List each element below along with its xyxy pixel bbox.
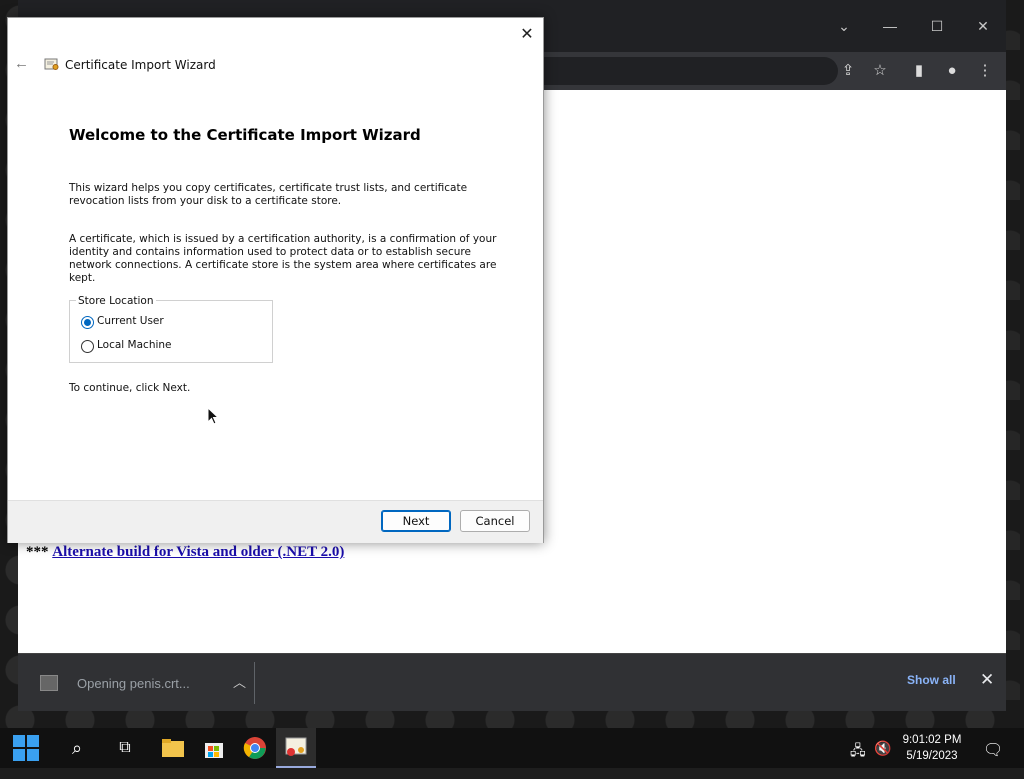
download-filename: Opening penis.crt...: [77, 676, 190, 691]
store-location-group: [69, 300, 273, 363]
certificate-icon: [285, 737, 307, 756]
menu-kebab-icon[interactable]: ⋮: [973, 59, 997, 83]
divider: [254, 662, 255, 704]
side-panel-icon[interactable]: ▮: [907, 59, 931, 83]
store-location-label: Store Location: [76, 295, 156, 307]
folder-icon: [162, 739, 184, 757]
share-icon[interactable]: ⇪: [836, 59, 860, 83]
clock-date: 5/19/2023: [906, 750, 958, 762]
alt-build-line: *** Alternate build for Vista and older …: [26, 544, 344, 561]
description-paragraph: A certificate, which is issued by a cert…: [69, 233, 497, 284]
clock-time: 9:01:02 PM: [902, 734, 962, 746]
chrome-logo-icon: [243, 737, 266, 759]
minimize-icon[interactable]: —: [878, 14, 902, 38]
taskbar: ⌕ ⧉ 🖧 🔇 9:01:02 PM 5/19/2023 🗨: [0, 728, 1024, 768]
continue-instruction: To continue, click Next.: [69, 382, 191, 394]
close-icon[interactable]: ✕: [517, 25, 537, 45]
radio-label-local-machine: Local Machine: [97, 339, 172, 351]
download-bar: Opening penis.crt... ︿ Show all ✕: [18, 653, 1006, 711]
page-title: Welcome to the Certificate Import Wizard: [69, 126, 421, 144]
file-explorer-icon[interactable]: [153, 728, 193, 768]
maximize-icon[interactable]: ☐: [925, 14, 949, 38]
download-item[interactable]: Opening penis.crt... ︿: [28, 654, 254, 711]
alt-link-prefix: ***: [26, 544, 49, 560]
microsoft-store-icon: [205, 743, 223, 758]
windows-logo-icon: [13, 735, 39, 761]
radio-button-unchecked[interactable]: [81, 340, 94, 353]
search-icon[interactable]: ⌕: [57, 728, 97, 768]
dialog-footer: Next Cancel: [8, 500, 543, 543]
show-all-button[interactable]: Show all: [907, 673, 956, 687]
start-button[interactable]: [6, 728, 46, 768]
certificate-icon: [44, 58, 59, 70]
back-arrow-icon[interactable]: ←: [14, 55, 32, 73]
network-icon[interactable]: 🖧: [850, 740, 866, 764]
tab-search-icon[interactable]: ⌄: [832, 14, 856, 38]
certificate-import-wizard-dialog: ✕ ← Certificate Import Wizard Welcome to…: [7, 17, 544, 543]
volume-muted-icon[interactable]: 🔇: [874, 740, 891, 757]
certificate-file-icon: [40, 675, 58, 691]
bookmark-star-icon[interactable]: ☆: [868, 59, 892, 83]
store-icon[interactable]: [194, 728, 234, 768]
profile-icon[interactable]: ●: [940, 59, 964, 83]
task-view-icon[interactable]: ⧉: [105, 728, 145, 768]
system-clock[interactable]: 9:01:02 PM 5/19/2023: [896, 732, 968, 764]
mouse-pointer-icon: [207, 407, 219, 425]
radio-label-current-user: Current User: [97, 315, 164, 327]
alt-build-link[interactable]: Alternate build for Vista and older (.NE…: [52, 544, 344, 560]
radio-button-checked[interactable]: [81, 316, 94, 329]
cancel-button[interactable]: Cancel: [460, 510, 530, 532]
close-download-bar-icon[interactable]: ✕: [980, 670, 994, 690]
chrome-icon[interactable]: [235, 728, 275, 768]
next-button[interactable]: Next: [381, 510, 451, 532]
certificate-wizard-taskbar-icon[interactable]: [276, 728, 316, 768]
notification-icon[interactable]: 🗨: [983, 740, 1003, 760]
chevron-up-icon[interactable]: ︿: [233, 672, 246, 691]
intro-paragraph: This wizard helps you copy certificates,…: [69, 182, 468, 207]
dialog-title: Certificate Import Wizard: [65, 58, 216, 72]
close-window-icon[interactable]: ✕: [971, 14, 995, 38]
